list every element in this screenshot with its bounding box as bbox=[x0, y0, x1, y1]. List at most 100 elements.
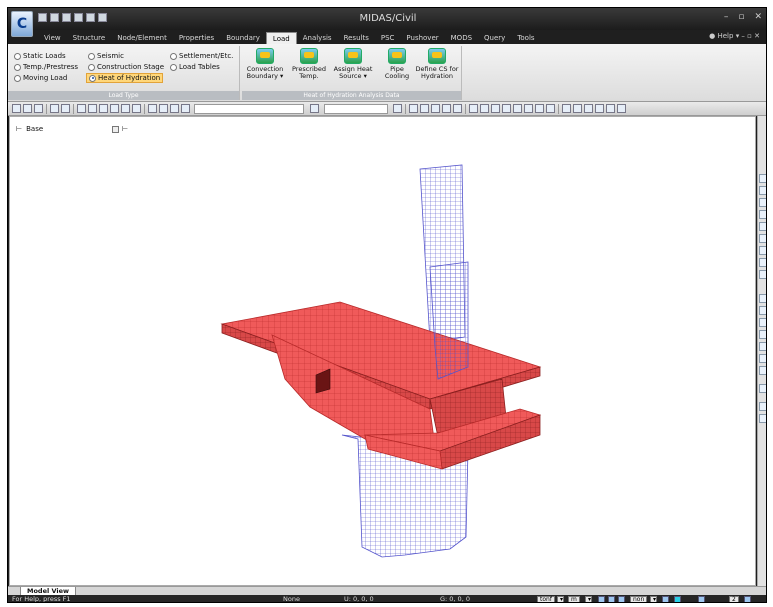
zoom-fit-icon[interactable] bbox=[409, 104, 418, 113]
node-number-icon[interactable] bbox=[513, 104, 522, 113]
activate-icon[interactable] bbox=[148, 104, 157, 113]
pan-icon[interactable] bbox=[431, 104, 440, 113]
minimize-icon[interactable]: – bbox=[724, 12, 729, 22]
select-icon[interactable] bbox=[50, 104, 59, 113]
radio-moving-load[interactable]: Moving Load bbox=[14, 74, 67, 82]
play-icon[interactable] bbox=[618, 596, 625, 602]
activate-all-icon[interactable] bbox=[170, 104, 179, 113]
iso-view-icon[interactable] bbox=[453, 104, 462, 113]
tab-mods[interactable]: MODS bbox=[445, 32, 478, 44]
intersect-select-icon[interactable] bbox=[99, 104, 108, 113]
back-view-icon[interactable] bbox=[759, 354, 766, 363]
tab-load[interactable]: Load bbox=[265, 32, 297, 44]
convection-boundary-button[interactable]: Convection Boundary ▾ bbox=[244, 48, 286, 80]
structure-group-icon[interactable] bbox=[393, 104, 402, 113]
capture-icon[interactable] bbox=[595, 104, 604, 113]
option-dropdown-icon[interactable]: ▾ bbox=[650, 596, 657, 602]
rotate-right-icon[interactable] bbox=[759, 270, 766, 279]
zoom-out-icon[interactable] bbox=[759, 186, 766, 195]
rotate-view-icon[interactable] bbox=[759, 246, 766, 255]
toolbar-combo-1[interactable] bbox=[194, 104, 304, 114]
tab-properties[interactable]: Properties bbox=[173, 32, 220, 44]
help-status-icon[interactable] bbox=[662, 596, 669, 602]
highlight-icon[interactable] bbox=[674, 596, 681, 602]
assign-heat-source-button[interactable]: Assign Heat Source ▾ bbox=[332, 48, 374, 80]
back-icon[interactable] bbox=[12, 104, 21, 113]
tab-tools[interactable]: Tools bbox=[511, 32, 540, 44]
redraw-icon[interactable] bbox=[759, 402, 766, 411]
left-view-icon[interactable] bbox=[759, 318, 766, 327]
snap-icon[interactable] bbox=[598, 596, 605, 602]
radio-settlement-etc[interactable]: Settlement/Etc. bbox=[170, 52, 233, 60]
force-unit-dropdown-icon[interactable]: ▾ bbox=[557, 596, 564, 602]
zoom-in-icon[interactable] bbox=[759, 174, 766, 183]
bottom-view-icon[interactable] bbox=[759, 342, 766, 351]
option-select[interactable]: non bbox=[630, 596, 648, 602]
page-number-field[interactable]: 2 bbox=[729, 596, 739, 602]
right-view-icon[interactable] bbox=[759, 330, 766, 339]
perspective-icon[interactable] bbox=[491, 104, 500, 113]
plane-select-icon[interactable] bbox=[110, 104, 119, 113]
radio-temp-prestress[interactable]: Temp./Prestress bbox=[14, 63, 78, 71]
rotate-icon[interactable] bbox=[442, 104, 451, 113]
rotate-left-icon[interactable] bbox=[759, 258, 766, 267]
settings-icon[interactable] bbox=[617, 104, 626, 113]
iso-view-side-icon[interactable] bbox=[759, 366, 766, 375]
prescribed-temp-button[interactable]: Prescribed Temp. bbox=[288, 48, 330, 80]
tab-psc[interactable]: PSC bbox=[375, 32, 401, 44]
radio-construction-stage[interactable]: Construction Stage bbox=[88, 63, 164, 71]
toolbar-combo-2[interactable] bbox=[324, 104, 388, 114]
element-number-icon[interactable] bbox=[524, 104, 533, 113]
pan-view-icon[interactable] bbox=[759, 222, 766, 231]
grid-icon[interactable] bbox=[608, 596, 615, 602]
window-select-icon[interactable] bbox=[61, 104, 70, 113]
top-view-icon[interactable] bbox=[759, 306, 766, 315]
color-icon[interactable] bbox=[584, 104, 593, 113]
light-icon[interactable] bbox=[573, 104, 582, 113]
initial-view-icon[interactable] bbox=[759, 414, 766, 423]
unselect-icon[interactable] bbox=[77, 104, 86, 113]
tab-view[interactable]: View bbox=[38, 32, 67, 44]
render-icon[interactable] bbox=[562, 104, 571, 113]
front-view-icon[interactable] bbox=[759, 294, 766, 303]
tab-boundary[interactable]: Boundary bbox=[220, 32, 266, 44]
tab-analysis[interactable]: Analysis bbox=[297, 32, 338, 44]
boundary-display-icon[interactable] bbox=[535, 104, 544, 113]
zoom-window-view-icon[interactable] bbox=[759, 210, 766, 219]
display-icon[interactable] bbox=[502, 104, 511, 113]
tab-query[interactable]: Query bbox=[478, 32, 511, 44]
page-prev-icon[interactable] bbox=[698, 596, 705, 602]
radio-static-loads[interactable]: Static Loads bbox=[14, 52, 66, 60]
restore-icon[interactable]: ▫ bbox=[738, 12, 744, 22]
radio-heat-of-hydration[interactable]: Heat of Hydration bbox=[86, 73, 164, 83]
print-view-icon[interactable] bbox=[606, 104, 615, 113]
dynamic-view-icon[interactable] bbox=[759, 234, 766, 243]
shrink-icon[interactable] bbox=[480, 104, 489, 113]
tab-node-element[interactable]: Node/Element bbox=[111, 32, 173, 44]
force-unit-select[interactable]: tonf bbox=[537, 596, 555, 602]
nav-dropdown-icon[interactable] bbox=[34, 104, 43, 113]
volume-select-icon[interactable] bbox=[121, 104, 130, 113]
model-canvas[interactable] bbox=[10, 117, 755, 585]
length-unit-select[interactable]: m bbox=[568, 596, 580, 602]
tab-structure[interactable]: Structure bbox=[67, 32, 112, 44]
hidden-icon[interactable] bbox=[469, 104, 478, 113]
tab-results[interactable]: Results bbox=[338, 32, 375, 44]
app-logo[interactable]: C bbox=[11, 11, 33, 37]
tab-pushover[interactable]: Pushover bbox=[400, 32, 444, 44]
filter-icon[interactable] bbox=[310, 104, 319, 113]
length-unit-dropdown-icon[interactable]: ▾ bbox=[585, 596, 592, 602]
close-icon[interactable]: ✕ bbox=[754, 12, 762, 22]
model-view[interactable]: ⊢ Base ⊢ bbox=[9, 116, 756, 586]
help-menu[interactable]: ● Help ▾ – ▫ ✕ bbox=[709, 32, 760, 40]
zoom-fit-view-icon[interactable] bbox=[759, 198, 766, 207]
arrow-icon[interactable] bbox=[181, 104, 190, 113]
define-cs-hydration-button[interactable]: Define CS for Hydration bbox=[412, 48, 462, 80]
inactivate-icon[interactable] bbox=[159, 104, 168, 113]
radio-seismic[interactable]: Seismic bbox=[88, 52, 124, 60]
page-spin-icon[interactable] bbox=[744, 596, 751, 602]
forward-icon[interactable] bbox=[23, 104, 32, 113]
load-display-icon[interactable] bbox=[546, 104, 555, 113]
zoom-window-icon[interactable] bbox=[420, 104, 429, 113]
polygon-select-icon[interactable] bbox=[88, 104, 97, 113]
